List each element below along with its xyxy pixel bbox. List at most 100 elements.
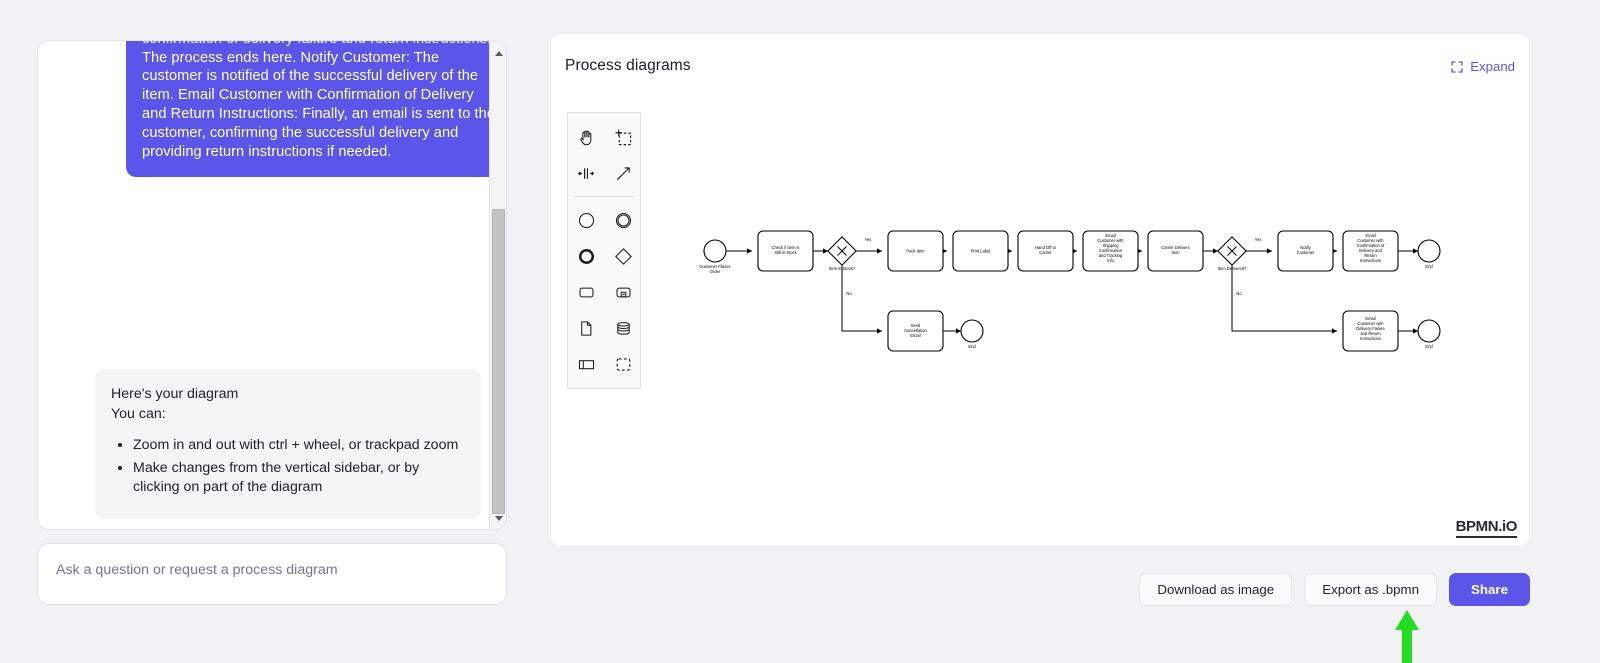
svg-text:Pack Item: Pack Item <box>906 249 925 254</box>
svg-text:Item Delivered?: Item Delivered? <box>1218 266 1247 271</box>
list-item: Zoom in and out with ctrl + wheel, or tr… <box>133 436 465 456</box>
scroll-down-arrow-icon[interactable] <box>490 510 507 527</box>
space-tool-icon[interactable] <box>568 155 605 191</box>
assistant-message: Here's your diagram You can: Zoom in and… <box>95 369 481 519</box>
svg-text:Cancellation: Cancellation <box>904 328 927 333</box>
svg-text:Delivery and: Delivery and <box>1359 248 1382 253</box>
scrollbar-thumb[interactable] <box>492 209 505 514</box>
svg-text:Instructions: Instructions <box>1360 336 1381 341</box>
export-as-bpmn-button[interactable]: Export as .bpmn <box>1304 573 1437 606</box>
svg-text:and Tracking: and Tracking <box>1099 253 1123 258</box>
bpmn-node-gateway[interactable]: Item in Stock? <box>828 237 856 271</box>
bpmn-node-task[interactable]: Send Cancellation Email <box>888 311 943 351</box>
data-store-icon[interactable] <box>605 310 642 346</box>
bpmn-node-task[interactable]: Email Customer with Shipping Confirmatio… <box>1083 231 1138 271</box>
svg-text:Customer Places: Customer Places <box>699 264 730 269</box>
annotation-arrow-icon <box>1392 608 1422 663</box>
lasso-tool-icon[interactable] <box>605 119 642 155</box>
page-title: Process diagrams <box>565 57 691 75</box>
assistant-title: Here's your diagram <box>111 385 465 405</box>
svg-text:Customer with: Customer with <box>1357 238 1384 243</box>
task-icon[interactable] <box>568 274 605 310</box>
gateway-icon[interactable] <box>605 238 642 274</box>
svg-text:Customer: Customer <box>1297 250 1315 255</box>
svg-text:Print Label: Print Label <box>971 249 991 254</box>
chat-panel: shipment. Print Label: After packing, a … <box>37 40 507 530</box>
expand-label: Expand <box>1470 59 1515 74</box>
palette-elements-group <box>568 202 640 382</box>
connect-tool-icon[interactable] <box>605 155 642 191</box>
bpmn-palette <box>567 112 641 389</box>
user-message: shipment. Print Label: After packing, a … <box>126 41 490 177</box>
expand-button[interactable]: Expand <box>1451 59 1515 74</box>
svg-text:Email: Email <box>1365 316 1375 321</box>
chat-scrollbar[interactable] <box>489 41 506 529</box>
diagram-panel: Process diagrams Expand <box>550 33 1530 547</box>
hand-tool-icon[interactable] <box>568 119 605 155</box>
svg-text:Check if Item is: Check if Item is <box>772 245 800 250</box>
bpmn-node-end-event[interactable]: End <box>1418 320 1440 349</box>
chat-input[interactable] <box>37 543 507 605</box>
bpmn-node-end-event[interactable]: End <box>961 320 983 349</box>
bpmn-edge-labels: Yes No Yes No <box>846 237 1261 296</box>
subprocess-icon[interactable] <box>605 274 642 310</box>
action-bar: Download as image Export as .bpmn Share <box>1139 573 1530 606</box>
scroll-up-arrow-icon[interactable] <box>490 45 507 62</box>
svg-text:Still in Stock: Still in Stock <box>774 250 797 255</box>
app-root: shipment. Print Label: After packing, a … <box>0 0 1600 663</box>
chat-message-list: shipment. Print Label: After packing, a … <box>38 41 490 529</box>
assistant-bullet-list: Zoom in and out with ctrl + wheel, or tr… <box>111 436 465 498</box>
svg-text:Delivery Failure: Delivery Failure <box>1356 326 1385 331</box>
start-event-icon[interactable] <box>568 202 605 238</box>
svg-text:Email: Email <box>1365 233 1375 238</box>
svg-text:and Return: and Return <box>1360 331 1381 336</box>
user-message-bubble: shipment. Print Label: After packing, a … <box>126 41 490 177</box>
bpmn-node-task[interactable]: Check if Item is Still in Stock <box>758 231 813 271</box>
end-event-icon[interactable] <box>568 238 605 274</box>
svg-text:No: No <box>846 291 852 296</box>
svg-text:Confirmation: Confirmation <box>1099 248 1123 253</box>
group-icon[interactable] <box>605 346 642 382</box>
svg-text:End: End <box>1425 344 1433 349</box>
intermediate-event-icon[interactable] <box>605 202 642 238</box>
share-button[interactable]: Share <box>1449 573 1530 606</box>
svg-text:Customer with: Customer with <box>1357 321 1384 326</box>
bpmn-io-watermark: BPMN.iO <box>1456 519 1517 538</box>
svg-text:Yes: Yes <box>865 237 872 242</box>
svg-text:Item in Stock?: Item in Stock? <box>829 266 856 271</box>
list-item: Make changes from the vertical sidebar, … <box>133 459 465 498</box>
bpmn-node-task[interactable]: Email Customer with Delivery Failure and… <box>1343 311 1398 351</box>
bpmn-diagram[interactable]: Customer Places Order Check if Item is S… <box>551 34 1530 547</box>
data-object-icon[interactable] <box>568 310 605 346</box>
svg-text:Instructions: Instructions <box>1360 258 1381 263</box>
svg-text:Return: Return <box>1364 253 1377 258</box>
bpmn-node-task[interactable]: Email Customer with Confirmation of Deli… <box>1343 231 1398 271</box>
svg-text:Hand Off to: Hand Off to <box>1035 245 1057 250</box>
assistant-subtitle: You can: <box>111 405 465 425</box>
bpmn-node-task[interactable]: Print Label <box>953 231 1008 271</box>
bpmn-node-task[interactable]: Notify Customer <box>1278 231 1333 271</box>
palette-tools-group <box>568 119 640 191</box>
bpmn-node-end-event[interactable]: End <box>1418 240 1440 269</box>
bpmn-node-task[interactable]: Hand Off to Carrier <box>1018 231 1073 271</box>
svg-text:Email: Email <box>910 333 920 338</box>
svg-text:End: End <box>1425 264 1433 269</box>
bpmn-node-gateway[interactable]: Item Delivered? <box>1218 237 1247 271</box>
palette-divider <box>574 196 634 197</box>
svg-text:Carrier Delivers: Carrier Delivers <box>1161 245 1189 250</box>
bpmn-node-start-event[interactable]: Customer Places Order <box>699 240 730 274</box>
svg-text:Yes: Yes <box>1255 237 1262 242</box>
download-as-image-button[interactable]: Download as image <box>1139 573 1292 606</box>
svg-text:Order: Order <box>710 269 721 274</box>
bpmn-node-task[interactable]: Carrier Delivers Item <box>1148 231 1203 271</box>
bpmn-node-task[interactable]: Pack Item <box>888 231 943 271</box>
participant-icon[interactable] <box>568 346 605 382</box>
svg-text:Item: Item <box>1172 250 1181 255</box>
svg-text:Customer with: Customer with <box>1097 238 1124 243</box>
svg-text:Email: Email <box>1105 233 1115 238</box>
bpmn-connections <box>726 248 1418 333</box>
expand-icon <box>1451 61 1463 73</box>
svg-text:Shipping: Shipping <box>1103 243 1120 248</box>
svg-text:Confirmation of: Confirmation of <box>1357 243 1386 248</box>
svg-text:Info: Info <box>1107 258 1115 263</box>
